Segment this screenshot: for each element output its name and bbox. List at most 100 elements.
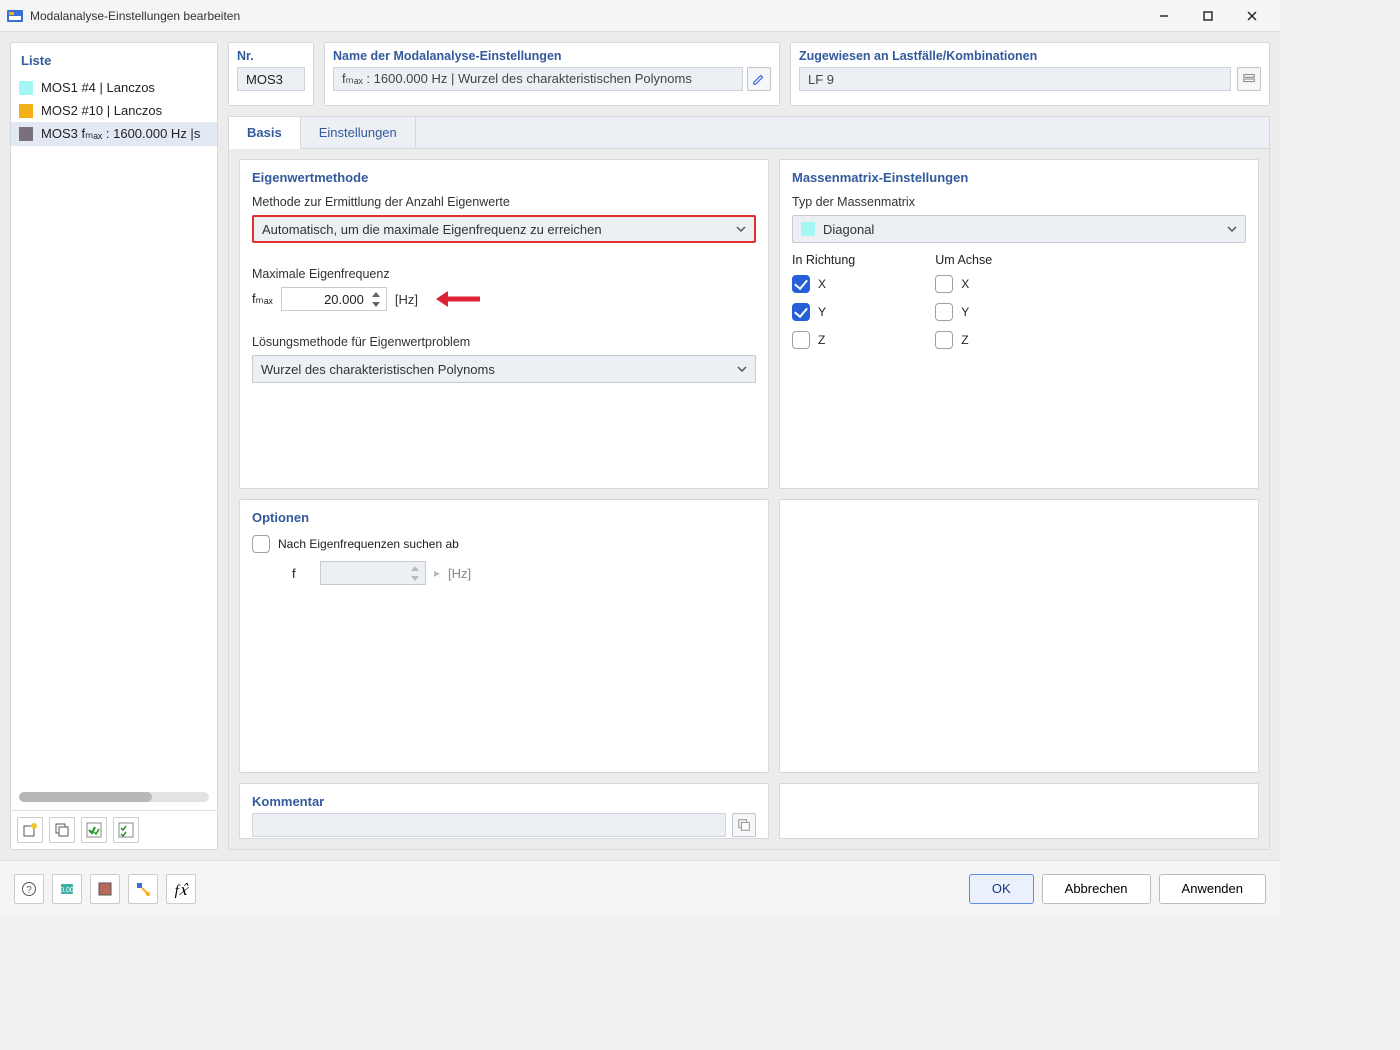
- f-step-up: [407, 563, 423, 573]
- list-item-label: MOS3 fₘₐₓ : 1600.000 Hz |s: [41, 126, 200, 142]
- footer-bar: ? 0,00 f𝑥̂ OK Abbrechen Anwenden: [0, 860, 1280, 916]
- fmax-input[interactable]: 20.000: [281, 287, 387, 311]
- massenmatrix-group: Massenmatrix-Einstellungen Typ der Masse…: [779, 159, 1259, 489]
- titlebar: Modalanalyse-Einstellungen bearbeiten: [0, 0, 1280, 32]
- dir-x-checkbox[interactable]: [792, 275, 810, 293]
- kommentar-group: Kommentar: [239, 783, 769, 839]
- fmax-value: 20.000: [324, 292, 364, 307]
- color-swatch: [19, 104, 33, 118]
- edit-name-button[interactable]: [747, 67, 771, 91]
- color-swatch: [19, 81, 33, 95]
- f-step-down: [407, 573, 423, 583]
- eigenwert-group: Eigenwertmethode Methode zur Ermittlung …: [239, 159, 769, 489]
- solver-dropdown[interactable]: Wurzel des charakteristischen Polynoms: [252, 355, 756, 383]
- annotation-arrow-icon: [434, 289, 480, 309]
- list-item[interactable]: MOS1 #4 | Lanczos: [11, 76, 217, 99]
- tabs-container: Basis Einstellungen Eigenwertmethode Met…: [228, 116, 1270, 850]
- solver-value: Wurzel des charakteristischen Polynoms: [261, 362, 495, 377]
- maxfreq-label: Maximale Eigenfrequenz: [252, 267, 756, 281]
- app-icon: [6, 7, 24, 25]
- axis-heading: Um Achse: [935, 253, 992, 267]
- list-item-label: MOS2 #10 | Lanczos: [41, 103, 162, 118]
- liste-toolbar: [11, 810, 217, 849]
- optionen-group: Optionen Nach Eigenfrequenzen suchen ab …: [239, 499, 769, 773]
- tab-einstellungen[interactable]: Einstellungen: [301, 117, 416, 148]
- liste-items: MOS1 #4 | Lanczos MOS2 #10 | Lanczos MOS…: [11, 76, 217, 784]
- liste-panel: Liste MOS1 #4 | Lanczos MOS2 #10 | Lancz…: [10, 42, 218, 850]
- chevron-down-icon: [736, 222, 746, 237]
- color-button[interactable]: [90, 874, 120, 904]
- method-dropdown[interactable]: Automatisch, um die maximale Eigenfreque…: [252, 215, 756, 243]
- axis-x-checkbox[interactable]: [935, 275, 953, 293]
- kommentar-library-button[interactable]: [732, 813, 756, 837]
- check-single-button[interactable]: [81, 817, 107, 843]
- mass-type-label: Typ der Massenmatrix: [792, 195, 1246, 209]
- svg-text:?: ?: [26, 885, 32, 896]
- color-swatch: [801, 222, 815, 236]
- nr-label: Nr.: [237, 49, 305, 63]
- annotation-button[interactable]: [128, 874, 158, 904]
- name-label: Name der Modalanalyse-Einstellungen: [333, 49, 771, 63]
- assign-value: LF 9: [799, 67, 1231, 91]
- f-extra-icon: ▸: [434, 566, 440, 580]
- svg-text:0,00: 0,00: [60, 887, 74, 894]
- liste-heading: Liste: [11, 43, 217, 76]
- optionen-title: Optionen: [252, 510, 756, 525]
- minimize-button[interactable]: [1142, 1, 1186, 31]
- close-button[interactable]: [1230, 1, 1274, 31]
- maximize-button[interactable]: [1186, 1, 1230, 31]
- chevron-down-icon: [1227, 222, 1237, 237]
- dir-z-checkbox[interactable]: [792, 331, 810, 349]
- axis-y-checkbox[interactable]: [935, 303, 953, 321]
- list-item[interactable]: MOS3 fₘₐₓ : 1600.000 Hz |s: [11, 122, 217, 146]
- nr-value: MOS3: [237, 67, 305, 91]
- f-symbol: f: [292, 566, 312, 581]
- tabsbar: Basis Einstellungen: [229, 117, 1269, 149]
- assign-picker-button[interactable]: [1237, 67, 1261, 91]
- help-button[interactable]: ?: [14, 874, 44, 904]
- f-input: [320, 561, 426, 585]
- fmax-symbol: fₘₐₓ: [252, 291, 273, 307]
- window-title: Modalanalyse-Einstellungen bearbeiten: [30, 9, 1142, 23]
- kommentar-title: Kommentar: [252, 794, 756, 809]
- name-value: fₘₐₓ : 1600.000 Hz | Wurzel des charakte…: [333, 67, 743, 91]
- main-area: Liste MOS1 #4 | Lanczos MOS2 #10 | Lancz…: [0, 32, 1280, 860]
- color-swatch: [19, 127, 33, 141]
- cancel-button[interactable]: Abbrechen: [1042, 874, 1151, 904]
- ok-button[interactable]: OK: [969, 874, 1034, 904]
- fmax-unit: [Hz]: [395, 292, 418, 307]
- chevron-down-icon: [737, 362, 747, 377]
- function-button[interactable]: f𝑥̂: [166, 874, 196, 904]
- f-unit: [Hz]: [448, 566, 471, 581]
- search-from-checkbox[interactable]: [252, 535, 270, 553]
- assign-label: Zugewiesen an Lastfälle/Kombinationen: [799, 49, 1261, 63]
- mass-type-value: Diagonal: [823, 222, 874, 237]
- extra-bottom-panel: [779, 783, 1259, 839]
- method-label: Methode zur Ermittlung der Anzahl Eigenw…: [252, 195, 756, 209]
- apply-button[interactable]: Anwenden: [1159, 874, 1266, 904]
- copy-item-button[interactable]: [49, 817, 75, 843]
- kommentar-input[interactable]: [252, 813, 726, 837]
- horizontal-scrollbar[interactable]: [19, 792, 209, 802]
- name-cell: Name der Modalanalyse-Einstellungen fₘₐₓ…: [324, 42, 780, 106]
- mass-title: Massenmatrix-Einstellungen: [792, 170, 1246, 185]
- extra-right-panel: [779, 499, 1259, 773]
- dir-y-checkbox[interactable]: [792, 303, 810, 321]
- assign-cell: Zugewiesen an Lastfälle/Kombinationen LF…: [790, 42, 1270, 106]
- eigenwert-title: Eigenwertmethode: [252, 170, 756, 185]
- fmax-step-up[interactable]: [368, 289, 384, 299]
- check-multi-button[interactable]: [113, 817, 139, 843]
- list-item-label: MOS1 #4 | Lanczos: [41, 80, 155, 95]
- method-value: Automatisch, um die maximale Eigenfreque…: [262, 222, 602, 237]
- search-from-label: Nach Eigenfrequenzen suchen ab: [278, 537, 459, 551]
- new-item-button[interactable]: [17, 817, 43, 843]
- direction-heading: In Richtung: [792, 253, 855, 267]
- mass-type-dropdown[interactable]: Diagonal: [792, 215, 1246, 243]
- tab-basis[interactable]: Basis: [229, 117, 301, 149]
- nr-cell: Nr. MOS3: [228, 42, 314, 106]
- axis-z-checkbox[interactable]: [935, 331, 953, 349]
- list-item[interactable]: MOS2 #10 | Lanczos: [11, 99, 217, 122]
- units-button[interactable]: 0,00: [52, 874, 82, 904]
- fmax-step-down[interactable]: [368, 299, 384, 309]
- solver-label: Lösungsmethode für Eigenwertproblem: [252, 335, 756, 349]
